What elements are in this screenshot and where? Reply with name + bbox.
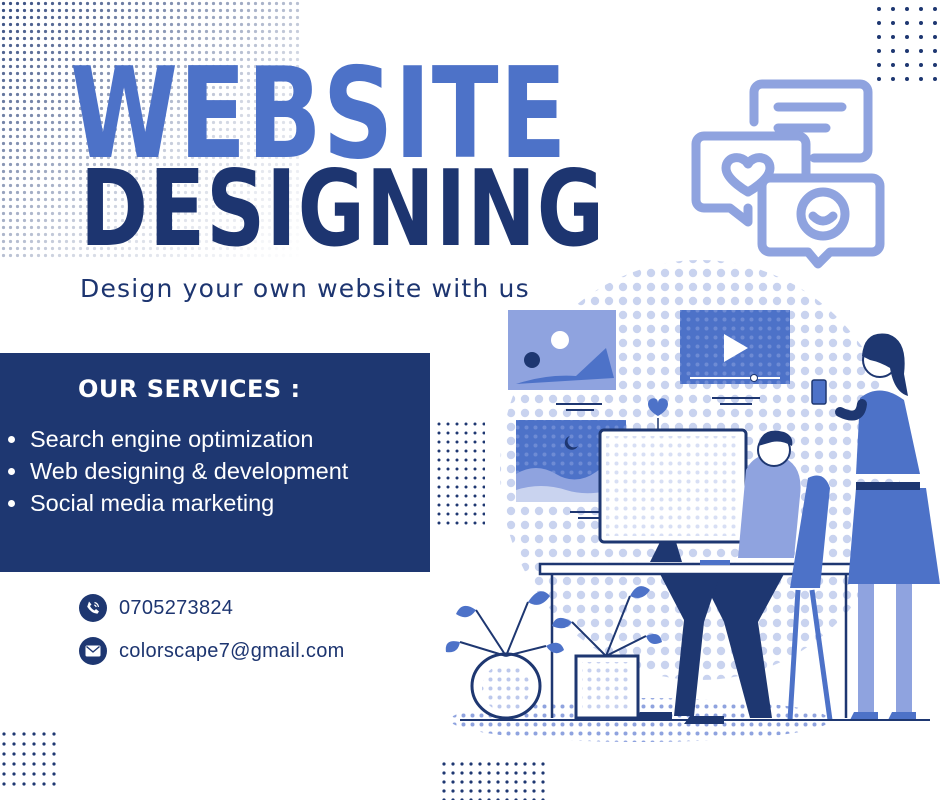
dot-grid-mid-left xyxy=(435,420,485,530)
bullet-icon xyxy=(8,468,15,475)
phone-number[interactable]: 0705273824 xyxy=(119,597,233,620)
service-label: Web designing & development xyxy=(30,458,349,484)
bullet-icon xyxy=(8,436,15,443)
title-line-2: DESIGNING xyxy=(80,149,606,271)
service-label: Search engine optimization xyxy=(30,426,314,452)
service-item: Search engine optimization xyxy=(0,423,348,455)
tagline: Design your own website with us xyxy=(80,274,530,303)
service-label: Social media marketing xyxy=(30,490,275,516)
services-panel: OUR SERVICES : Search engine optimizatio… xyxy=(0,353,430,572)
services-heading: OUR SERVICES : xyxy=(78,375,301,403)
services-list: Search engine optimization Web designing… xyxy=(0,423,348,519)
bullet-icon xyxy=(8,500,15,507)
dot-grid-bottom-center xyxy=(440,760,550,800)
service-item: Web designing & development xyxy=(0,455,348,487)
service-item: Social media marketing xyxy=(0,487,348,519)
dot-grid-top-right xyxy=(875,5,940,85)
email-contact[interactable]: colorscape7@gmail.com xyxy=(79,637,345,665)
dot-grid-bottom-left xyxy=(0,730,60,790)
email-address[interactable]: colorscape7@gmail.com xyxy=(119,640,345,663)
mail-icon xyxy=(79,637,107,665)
phone-icon xyxy=(79,594,107,622)
phone-contact[interactable]: 0705273824 xyxy=(79,594,233,622)
